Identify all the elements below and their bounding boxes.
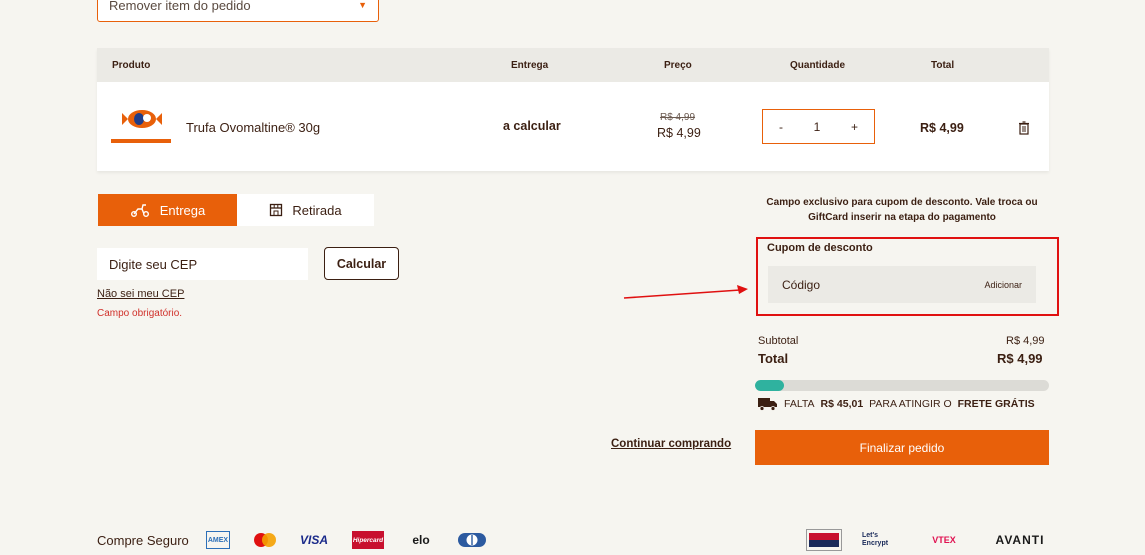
total-value: R$ 4,99 xyxy=(997,351,1043,366)
product-name[interactable]: Trufa Ovomaltine® 30g xyxy=(186,120,320,135)
elo-logo: elo xyxy=(412,533,430,547)
table-header: Produto Entrega Preço Quantidade Total xyxy=(97,48,1049,82)
tab-pickup[interactable]: Retirada xyxy=(237,194,374,226)
calculate-button[interactable]: Calcular xyxy=(324,247,399,280)
continue-shopping-link[interactable]: Continuar comprando xyxy=(611,438,731,450)
mastercard-logo xyxy=(252,531,278,549)
header-total: Total xyxy=(931,60,955,71)
subtotal-value: R$ 4,99 xyxy=(1006,335,1045,347)
hipercard-logo: Hipercard xyxy=(352,531,384,549)
frete-prefix: FALTA xyxy=(784,398,815,410)
product-image xyxy=(111,110,171,143)
subtotal-label: Subtotal xyxy=(758,335,799,347)
tab-delivery-label: Entrega xyxy=(159,202,206,218)
row-total: R$ 4,99 xyxy=(920,121,964,135)
qty-value[interactable]: 1 xyxy=(814,120,821,134)
coupon-note: Campo exclusivo para cupom de desconto. … xyxy=(766,197,1038,223)
progress-fill xyxy=(755,380,785,391)
current-price: R$ 4,99 xyxy=(657,126,701,140)
add-coupon-button[interactable]: Adicionar xyxy=(984,280,1022,290)
cart-table: Produto Entrega Preço Quantidade Total T… xyxy=(97,48,1049,171)
header-quantity: Quantidade xyxy=(790,60,846,71)
tab-pickup-label: Retirada xyxy=(292,202,342,218)
amex-logo: AMEX xyxy=(206,531,230,549)
cep-input[interactable] xyxy=(97,248,308,280)
header-delivery: Entrega xyxy=(511,60,549,71)
quantity-stepper: - 1 + xyxy=(762,109,875,144)
delivery-status: a calcular xyxy=(503,119,561,133)
vtex-logo: VTEX xyxy=(932,535,956,545)
old-price: R$ 4,99 xyxy=(660,112,696,123)
total-label: Total xyxy=(758,351,789,366)
frete-middle: PARA ATINGIR O xyxy=(869,398,952,410)
trash-icon[interactable] xyxy=(1018,121,1030,135)
visa-logo: VISA xyxy=(299,533,328,547)
table-row: Trufa Ovomaltine® 30g a calcular R$ 4,99… xyxy=(97,82,1049,171)
select-label: Remover item do pedido xyxy=(109,0,251,13)
red-arrow-annotation xyxy=(623,285,748,299)
checkout-button[interactable]: Finalizar pedido xyxy=(755,430,1049,465)
remove-item-select[interactable]: Remover item do pedido ▼ xyxy=(97,0,379,22)
qty-minus-button[interactable]: - xyxy=(779,120,783,134)
secure-purchase-label: Compre Seguro xyxy=(97,533,189,548)
free-shipping-message: FALTA R$ 45,01 PARA ATINGIR O FRETE GRÁT… xyxy=(758,397,1035,411)
site-blindado-seal xyxy=(806,529,842,551)
coupon-input-label: Código xyxy=(782,277,821,292)
store-icon xyxy=(270,203,283,217)
frete-amount: R$ 45,01 xyxy=(820,398,864,410)
coupon-input[interactable]: Código Adicionar xyxy=(768,266,1036,303)
tab-delivery[interactable]: Entrega xyxy=(98,194,237,226)
scooter-icon xyxy=(130,204,149,217)
diners-logo xyxy=(458,531,486,549)
lets-encrypt-logo: Let's Encrypt xyxy=(862,532,889,547)
frete-goal: FRETE GRÁTIS xyxy=(957,398,1035,410)
avanti-logo: AVANTI xyxy=(995,533,1045,547)
qty-plus-button[interactable]: + xyxy=(851,120,858,134)
truck-icon xyxy=(758,398,777,411)
required-field-message: Campo obrigatório. xyxy=(97,308,183,319)
dont-know-cep-link[interactable]: Não sei meu CEP xyxy=(97,288,184,300)
free-shipping-progress xyxy=(755,380,1049,391)
coupon-title: Cupom de desconto xyxy=(767,242,873,254)
header-product: Produto xyxy=(112,60,151,71)
chevron-down-icon: ▼ xyxy=(358,0,367,10)
header-price: Preço xyxy=(664,60,692,71)
